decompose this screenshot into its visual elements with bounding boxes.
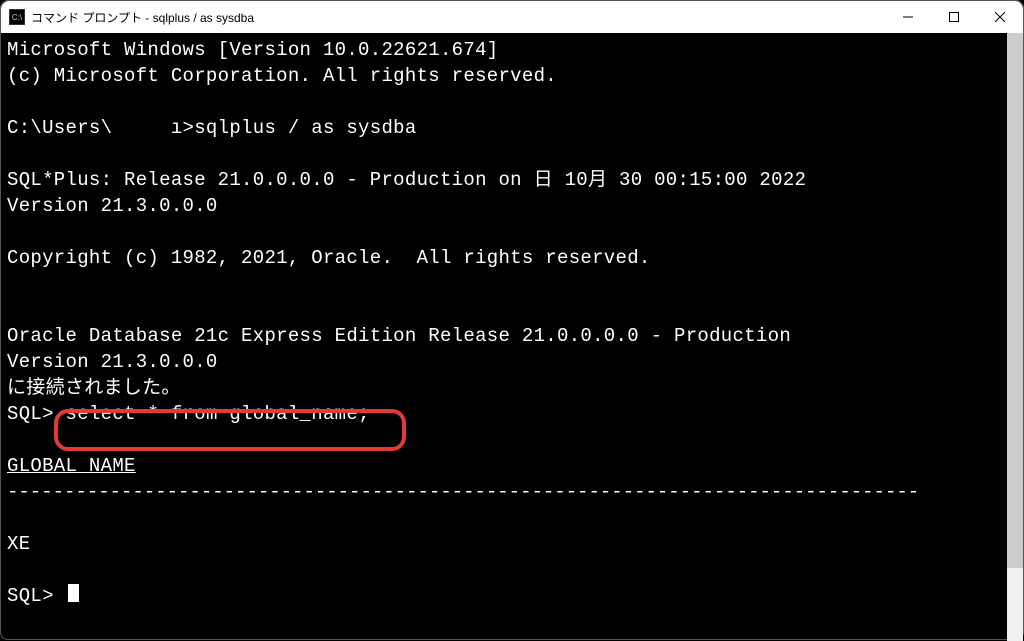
output-line (7, 297, 1017, 323)
terminal-cursor (68, 584, 79, 602)
maximize-button[interactable] (931, 1, 977, 33)
output-line (7, 557, 1017, 583)
output-line (7, 141, 1017, 167)
window-title: コマンド プロンプト - sqlplus / as sysdba (31, 9, 885, 26)
sql-command: select * from global_name; (66, 403, 370, 425)
output-line: Copyright (c) 1982, 2021, Oracle. All ri… (7, 245, 1017, 271)
output-line: に接続されました。 (7, 375, 1017, 401)
output-line (7, 505, 1017, 531)
output-line (7, 427, 1017, 453)
output-line: Microsoft Windows [Version 10.0.22621.67… (7, 37, 1017, 63)
sql-prompt: SQL> (7, 403, 66, 425)
sql-prompt: SQL> (7, 585, 54, 607)
window-controls (885, 1, 1023, 33)
terminal-content: Microsoft Windows [Version 10.0.22621.67… (7, 37, 1017, 609)
close-button[interactable] (977, 1, 1023, 33)
output-line: Oracle Database 21c Express Edition Rele… (7, 323, 1017, 349)
output-line (7, 271, 1017, 297)
output-line: (c) Microsoft Corporation. All rights re… (7, 63, 1017, 89)
result-header: GLOBAL_NAME (7, 453, 1017, 479)
sql-prompt-line: SQL> select * from global_name; (7, 401, 1017, 427)
output-line (7, 89, 1017, 115)
terminal-area[interactable]: Microsoft Windows [Version 10.0.22621.67… (1, 33, 1023, 641)
minimize-button[interactable] (885, 1, 931, 33)
output-line (7, 219, 1017, 245)
output-line: SQL*Plus: Release 21.0.0.0.0 - Productio… (7, 167, 1017, 193)
result-separator: ----------------------------------------… (7, 479, 1017, 505)
window-titlebar: C:\ コマンド プロンプト - sqlplus / as sysdba (1, 1, 1023, 33)
result-value: XE (7, 531, 1017, 557)
vertical-scrollbar[interactable] (1007, 33, 1023, 641)
output-line: C:\Users\ ı>sqlplus / as sysdba (7, 115, 1017, 141)
sql-prompt-line: SQL> (7, 583, 1017, 609)
output-line: Version 21.3.0.0.0 (7, 349, 1017, 375)
cmd-app-icon: C:\ (9, 9, 25, 25)
output-line: Version 21.3.0.0.0 (7, 193, 1017, 219)
scrollbar-thumb[interactable] (1007, 33, 1023, 568)
